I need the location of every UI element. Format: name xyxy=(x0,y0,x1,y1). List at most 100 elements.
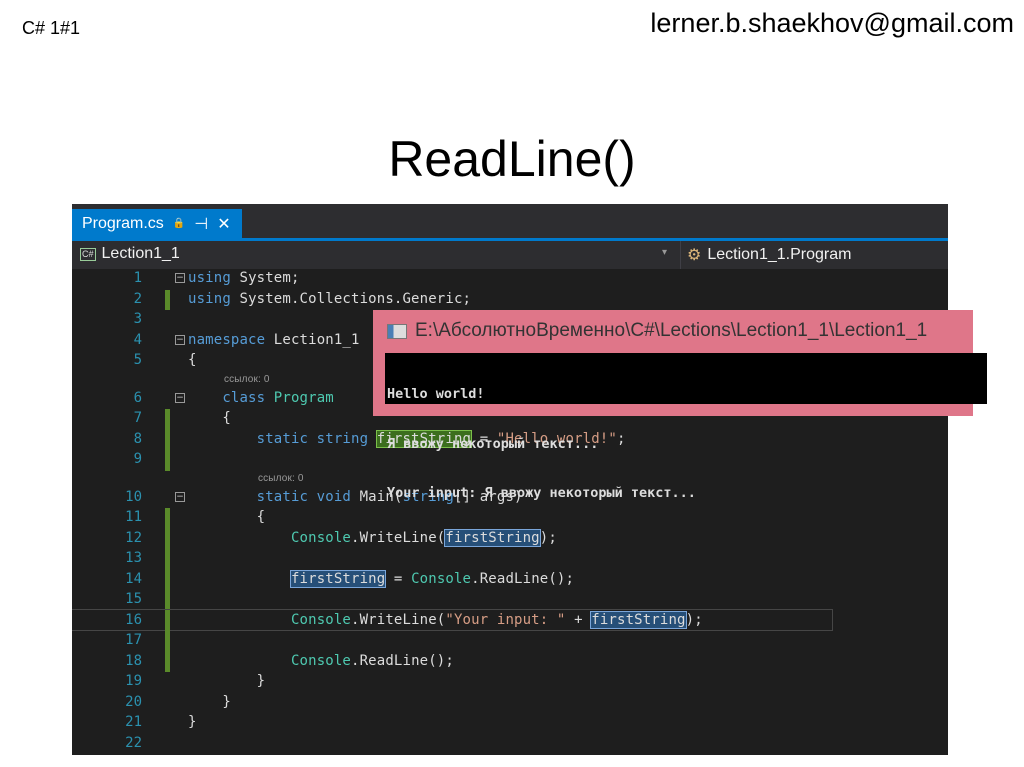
code-line[interactable]: 22 xyxy=(72,733,948,754)
line-number: 11 xyxy=(125,509,142,525)
code-text: } xyxy=(188,692,231,713)
project-name: Lection1_1 xyxy=(101,245,180,262)
chevron-down-icon[interactable]: ▾ xyxy=(662,247,667,258)
code-token: { xyxy=(188,410,231,426)
change-indicator xyxy=(165,528,170,549)
project-dropdown[interactable]: C# Lection1_1 xyxy=(80,245,180,263)
change-indicator xyxy=(165,549,170,570)
console-title: E:\АбсолютноВременно\C#\Lections\Lection… xyxy=(415,320,928,341)
codelens-label[interactable]: ссылок: 0 xyxy=(224,371,270,388)
change-indicator xyxy=(165,631,170,652)
code-token: static void xyxy=(188,488,360,505)
code-token: Console xyxy=(290,529,352,546)
code-text: { xyxy=(188,350,197,371)
change-indicator xyxy=(165,590,170,611)
code-token: using xyxy=(188,270,231,286)
code-text: } xyxy=(188,712,197,733)
line-number: 5 xyxy=(133,352,142,368)
code-token: System; xyxy=(230,270,300,286)
line-number: 6 xyxy=(133,389,142,406)
code-token: = xyxy=(385,570,412,587)
collapse-icon[interactable]: − xyxy=(175,334,185,345)
code-token: namespace xyxy=(188,331,266,348)
code-text: firstString = Console.ReadLine(); xyxy=(188,569,574,590)
course-label: C# 1#1 xyxy=(22,18,81,38)
line-number: 12 xyxy=(125,529,142,546)
code-token: Program xyxy=(273,389,334,406)
line-number: 1 xyxy=(133,270,142,286)
code-line[interactable]: 20 } xyxy=(72,692,948,713)
code-line[interactable]: 16 Console.WriteLine("Your input: " + fi… xyxy=(72,608,833,631)
code-text: using System; xyxy=(188,268,300,289)
code-line[interactable]: 1 − using System; xyxy=(72,268,948,289)
line-number: 4 xyxy=(133,331,142,348)
pin-icon[interactable]: ⊣ xyxy=(194,214,208,234)
code-token: class xyxy=(188,389,274,406)
code-token: .WriteLine( xyxy=(351,611,446,628)
code-token: .ReadLine(); xyxy=(351,652,454,669)
highlighted-reference: firstString xyxy=(289,569,387,588)
code-text: { xyxy=(188,408,231,429)
line-number: 18 xyxy=(125,652,142,669)
code-line[interactable]: 17 xyxy=(72,630,948,652)
tab-program-cs[interactable]: Program.cs 🔒 ⊣ ✕ xyxy=(72,209,242,238)
console-app-icon xyxy=(387,323,407,339)
code-line[interactable]: 14 firstString = Console.ReadLine(); xyxy=(72,569,948,590)
line-number: 7 xyxy=(133,410,142,426)
codelens-label[interactable]: ссылок: 0 xyxy=(258,470,304,487)
tab-label: Program.cs xyxy=(82,214,164,232)
code-token: Console xyxy=(290,611,352,628)
code-token: ); xyxy=(685,611,703,628)
navigation-bar: C# Lection1_1 ▾ ⚙ Lection1_1.Program xyxy=(72,241,948,269)
collapse-icon[interactable]: − xyxy=(175,273,185,283)
code-token: { xyxy=(188,352,197,368)
highlighted-reference: firstString xyxy=(590,610,687,629)
class-dropdown[interactable]: ⚙ Lection1_1.Program xyxy=(680,241,948,269)
code-text: { xyxy=(188,507,265,528)
line-number: 10 xyxy=(125,488,142,505)
collapse-icon[interactable]: − xyxy=(175,392,185,403)
code-text: namespace Lection1_1 xyxy=(188,330,360,351)
code-token: static string xyxy=(188,430,377,447)
change-indicator xyxy=(165,289,170,310)
console-title-bar: E:\АбсолютноВременно\C#\Lections\Lection… xyxy=(387,320,927,342)
code-line[interactable]: 2 using System.Collections.Generic; xyxy=(72,289,948,310)
change-indicator xyxy=(165,409,170,430)
code-token: Console xyxy=(290,652,352,669)
code-token: Console xyxy=(411,570,472,587)
code-token: { xyxy=(188,509,266,525)
class-name: Lection1_1.Program xyxy=(707,246,852,263)
line-number: 15 xyxy=(125,591,142,607)
line-number: 21 xyxy=(125,714,142,730)
line-number: 2 xyxy=(133,290,142,307)
code-line[interactable]: 18 Console.ReadLine(); xyxy=(72,651,948,672)
change-indicator xyxy=(165,651,170,672)
close-icon[interactable]: ✕ xyxy=(217,214,230,234)
console-window: E:\АбсолютноВременно\C#\Lections\Lection… xyxy=(373,310,987,501)
line-number: 20 xyxy=(125,693,142,710)
line-number: 13 xyxy=(125,550,142,566)
code-text: using System.Collections.Generic; xyxy=(188,289,471,310)
console-line: Hello world! xyxy=(387,386,485,402)
line-number: 16 xyxy=(125,611,142,628)
code-text: class Program xyxy=(188,388,334,409)
line-number: 8 xyxy=(133,430,142,447)
line-number: 9 xyxy=(133,451,142,467)
change-indicator xyxy=(165,450,170,471)
code-token: } xyxy=(188,673,266,689)
code-line[interactable]: 15 xyxy=(72,589,948,611)
code-text: Console.WriteLine("Your input: " + first… xyxy=(188,610,703,631)
code-line[interactable]: 19 } xyxy=(72,671,948,692)
change-indicator xyxy=(165,610,170,631)
slide-title: ReadLine() xyxy=(388,131,636,187)
code-token: using xyxy=(188,290,231,307)
collapse-icon[interactable]: − xyxy=(175,491,185,502)
change-indicator xyxy=(165,508,170,529)
line-number: 19 xyxy=(125,673,142,689)
code-line[interactable]: 13 xyxy=(72,548,948,570)
line-number: 3 xyxy=(133,311,142,327)
code-line[interactable]: 21} xyxy=(72,712,948,733)
change-indicator xyxy=(165,569,170,590)
